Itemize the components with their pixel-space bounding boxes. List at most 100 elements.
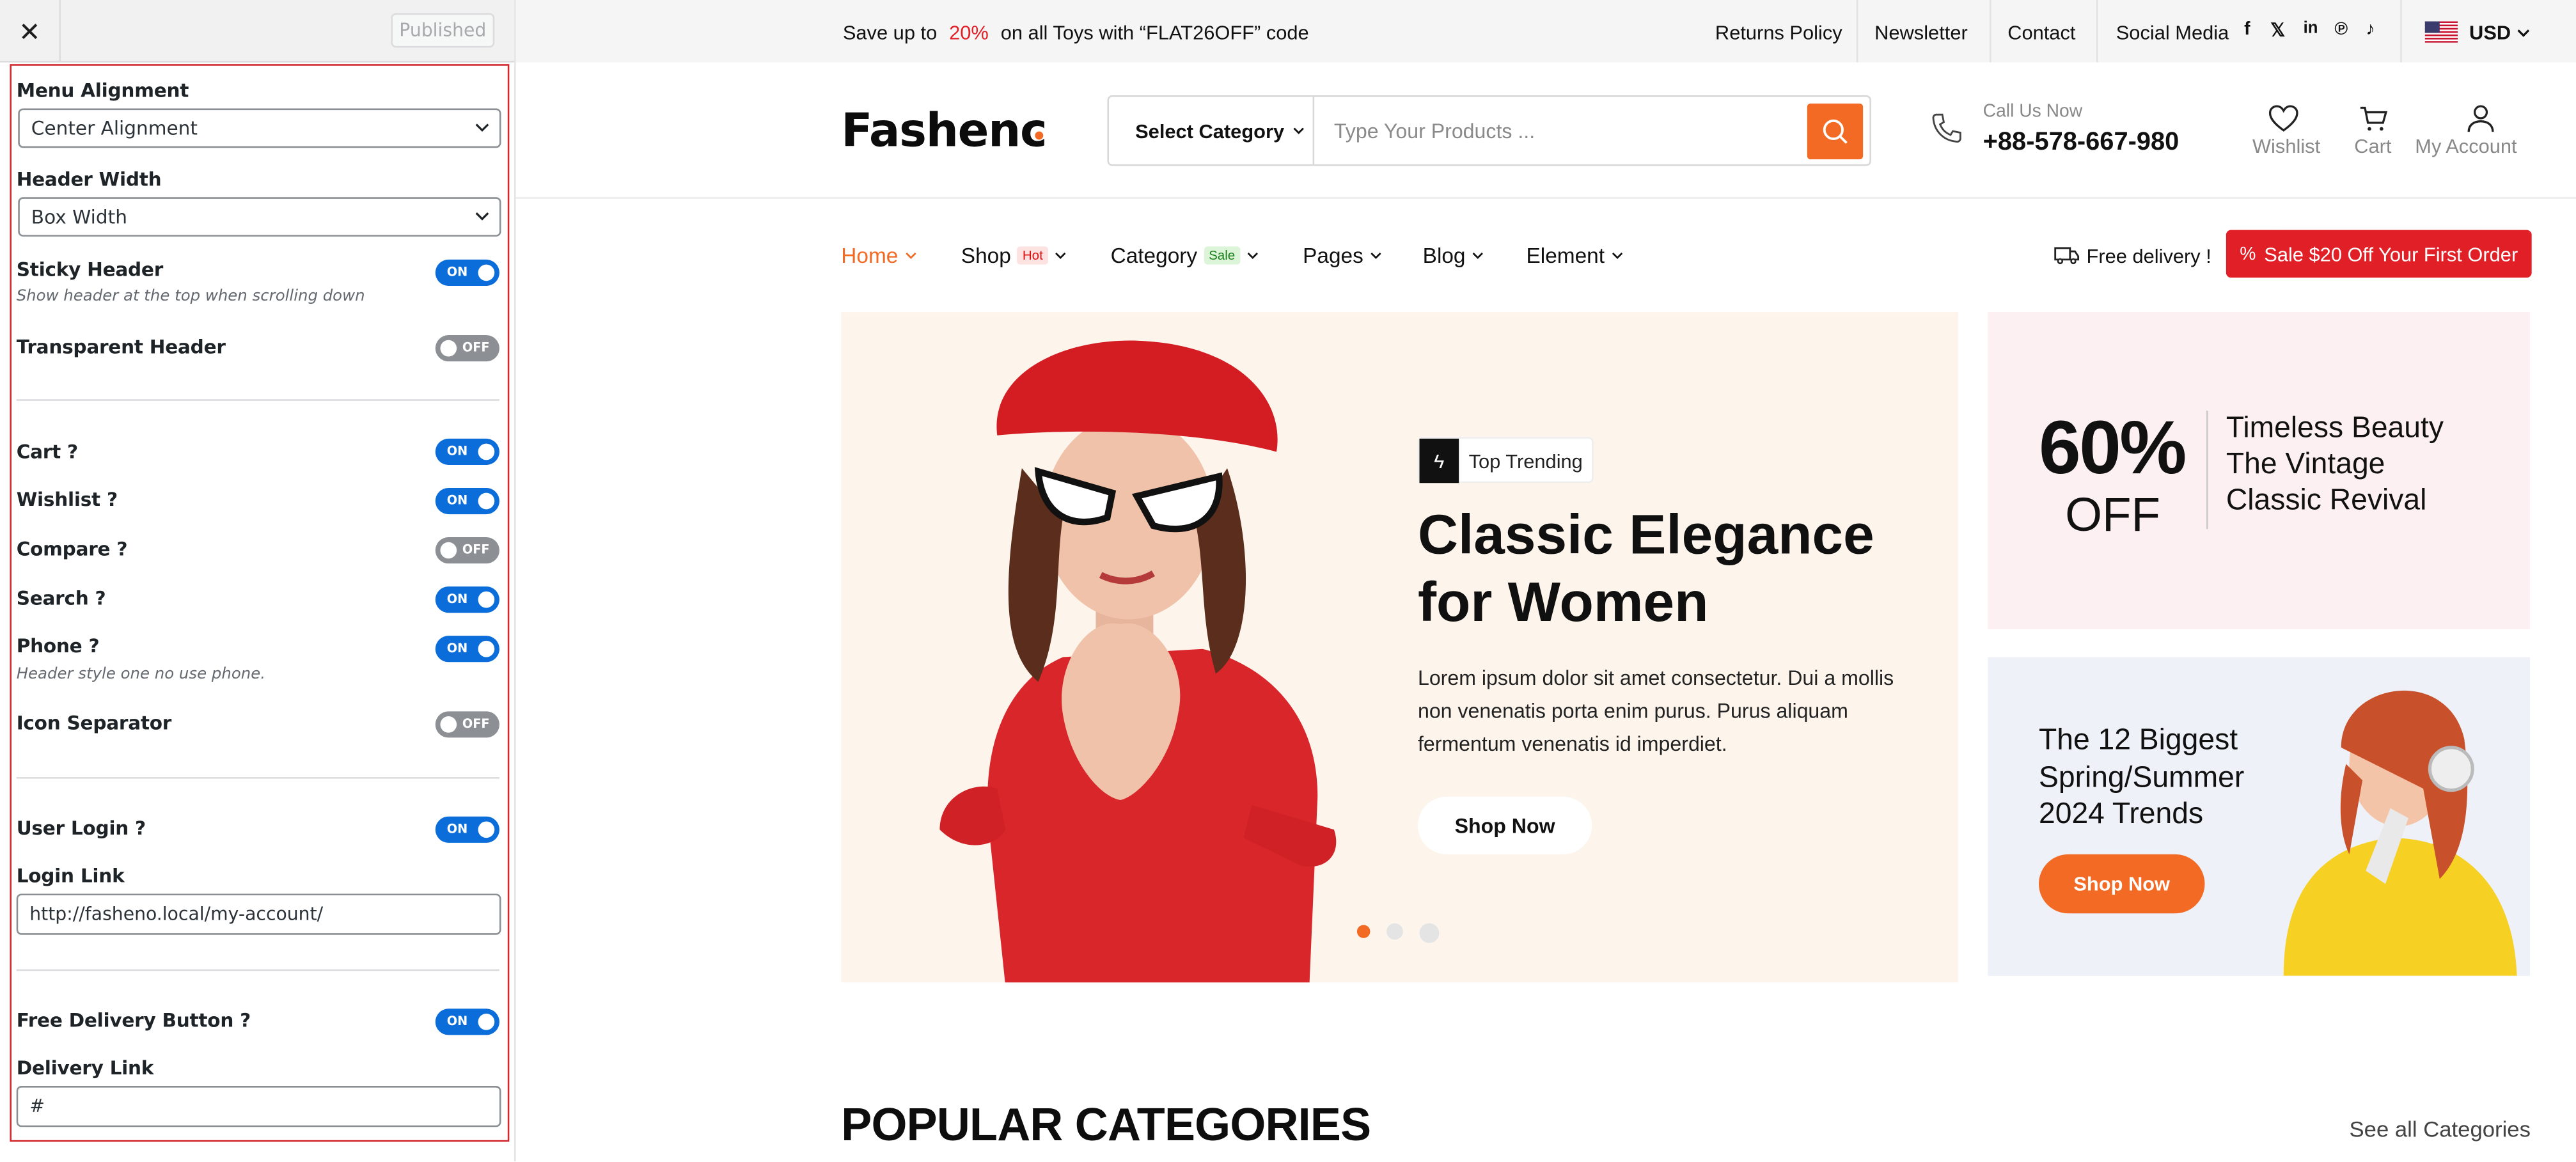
promo-pre: Save up to xyxy=(842,21,938,45)
see-all-categories-link[interactable]: See all Categories xyxy=(2350,1117,2531,1142)
lightning-icon: ϟ xyxy=(1419,438,1459,483)
cart-label[interactable]: Cart xyxy=(2354,135,2391,158)
promo-shop-now-button[interactable]: Shop Now xyxy=(2039,854,2205,914)
pinterest-icon[interactable]: ℗ xyxy=(2334,20,2348,40)
phone-number[interactable]: +88-578-667-980 xyxy=(1983,128,2179,157)
currency-value: USD xyxy=(2469,21,2511,45)
hero-body-line: non venenatis porta enim purus. Purus al… xyxy=(1417,700,1848,723)
customizer-header: ✕ Published xyxy=(0,0,515,63)
free-delivery-link[interactable]: Free delivery ! xyxy=(2087,245,2211,268)
compare-label: Compare ? xyxy=(16,537,128,560)
search-input[interactable]: Type Your Products ... xyxy=(1334,120,1535,143)
customizer-sidebar: ✕ Published Menu Alignment Center Alignm… xyxy=(0,0,516,1162)
phone-label: Phone ? xyxy=(16,634,100,657)
phone-toggle[interactable]: ON xyxy=(435,636,499,663)
cart-label: Cart ? xyxy=(16,440,78,464)
sale-badge: Sale xyxy=(1204,246,1240,265)
delivery-link-input[interactable]: # xyxy=(16,1086,501,1127)
store-topbar: Save up to 20% on all Toys with “FLAT26O… xyxy=(515,0,2576,63)
nav-item-label: Home xyxy=(841,243,899,268)
user-login-toggle[interactable]: ON xyxy=(435,816,499,843)
nav-item-label: Element xyxy=(1526,243,1605,268)
divider xyxy=(16,399,499,401)
promo-headline-line: Classic Revival xyxy=(2226,483,2427,516)
free-delivery-toggle[interactable]: ON xyxy=(435,1009,499,1035)
hero-body-line: Lorem ipsum dolor sit amet consectetur. … xyxy=(1417,666,1894,690)
hero-title: Classic Elegance for Women xyxy=(1418,503,1874,638)
nav-item-home[interactable]: Home xyxy=(841,243,916,268)
slider-dot[interactable] xyxy=(1386,923,1403,940)
toggle-knob xyxy=(440,340,457,357)
divider xyxy=(16,969,499,971)
search-toggle[interactable]: ON xyxy=(435,586,499,613)
x-icon[interactable]: 𝕏 xyxy=(2270,20,2285,41)
promo-banner-vintage[interactable]: 60% OFF Timeless Beauty The Vintage Clas… xyxy=(1988,312,2531,629)
toggle-state: ON xyxy=(446,492,468,508)
slider-dot-active[interactable] xyxy=(1356,925,1370,938)
nav-item-element[interactable]: Element xyxy=(1527,243,1623,268)
newsletter-link[interactable]: Newsletter xyxy=(1874,21,1968,44)
toggle-state: OFF xyxy=(462,340,490,355)
cart-icon[interactable] xyxy=(2356,100,2392,137)
cart-toggle[interactable]: ON xyxy=(435,438,499,465)
tiktok-icon[interactable]: ♪ xyxy=(2366,20,2375,40)
wishlist-toggle[interactable]: ON xyxy=(435,487,499,515)
phone-hint: Header style one no use phone. xyxy=(16,665,265,684)
login-link-label: Login Link xyxy=(16,864,125,888)
nav-item-blog[interactable]: Blog xyxy=(1423,243,1484,268)
divider xyxy=(16,777,499,779)
nav-item-label: Pages xyxy=(1303,243,1363,268)
toggle-state: OFF xyxy=(462,542,490,557)
toggle-state: ON xyxy=(446,821,468,836)
nav-item-shop[interactable]: Shop Hot xyxy=(961,243,1066,268)
toggle-knob xyxy=(440,542,457,559)
trending-label: Top Trending xyxy=(1468,450,1583,473)
my-account-label[interactable]: My Account xyxy=(2415,135,2517,158)
chevron-down-icon xyxy=(1247,252,1258,259)
hero-shop-now-button[interactable]: Shop Now xyxy=(1417,796,1592,854)
user-icon[interactable] xyxy=(2463,100,2499,137)
divider xyxy=(2206,411,2208,530)
menu-alignment-select[interactable]: Center Alignment xyxy=(18,108,501,148)
sale-button[interactable]: % Sale $20 Off Your First Order xyxy=(2226,230,2532,278)
chevron-down-icon xyxy=(1612,252,1622,259)
toggle-state: ON xyxy=(446,443,468,459)
facebook-icon[interactable]: f xyxy=(2244,20,2250,40)
chevron-down-icon xyxy=(1370,252,1381,259)
transparent-header-toggle[interactable]: OFF xyxy=(435,335,499,362)
logo[interactable]: Fashenc xyxy=(841,104,1047,158)
chevron-down-icon xyxy=(1292,127,1304,134)
icon-separator-toggle[interactable]: OFF xyxy=(435,711,499,738)
hot-badge: Hot xyxy=(1017,246,1048,265)
slider-dot[interactable] xyxy=(1419,923,1440,943)
header-width-select[interactable]: Box Width xyxy=(18,197,501,237)
promo-headline: The 12 Biggest Spring/Summer 2024 Trends xyxy=(2039,721,2244,832)
promo-headline: Timeless Beauty The Vintage Classic Revi… xyxy=(2226,409,2444,518)
contact-link[interactable]: Contact xyxy=(2007,21,2075,44)
category-select[interactable]: Select Category xyxy=(1109,97,1315,164)
promo-banner-trends[interactable]: The 12 Biggest Spring/Summer 2024 Trends… xyxy=(1988,657,2531,976)
login-link-input[interactable]: http://fasheno.local/my-account/ xyxy=(16,893,501,935)
linkedin-icon[interactable]: in xyxy=(2304,20,2318,38)
close-icon[interactable]: ✕ xyxy=(0,0,61,63)
wishlist-label[interactable]: Wishlist xyxy=(2252,135,2320,158)
header-settings-panel: Menu Alignment Center Alignment Header W… xyxy=(10,64,510,1142)
compare-toggle[interactable]: OFF xyxy=(435,537,499,564)
heart-icon[interactable] xyxy=(2266,100,2302,137)
search-button[interactable] xyxy=(1807,103,1864,160)
nav-item-category[interactable]: Category Sale xyxy=(1111,243,1259,268)
sticky-header-toggle[interactable]: ON xyxy=(435,259,499,286)
header-width-label: Header Width xyxy=(16,168,162,191)
promo-model-image xyxy=(2283,690,2517,976)
currency-select[interactable]: USD xyxy=(2469,21,2529,44)
menu-alignment-value: Center Alignment xyxy=(31,116,198,140)
toggle-state: OFF xyxy=(462,716,490,732)
publish-button[interactable]: Published xyxy=(391,13,495,48)
nav-item-pages[interactable]: Pages xyxy=(1303,243,1381,268)
free-delivery-label: Free Delivery Button ? xyxy=(16,1009,251,1032)
returns-policy-link[interactable]: Returns Policy xyxy=(1715,21,1842,44)
toggle-knob xyxy=(478,443,495,460)
phone-icon xyxy=(1932,113,1961,143)
hero-title-line: for Women xyxy=(1417,571,1709,634)
popular-categories-title: POPULAR CATEGORIES xyxy=(841,1099,1371,1150)
